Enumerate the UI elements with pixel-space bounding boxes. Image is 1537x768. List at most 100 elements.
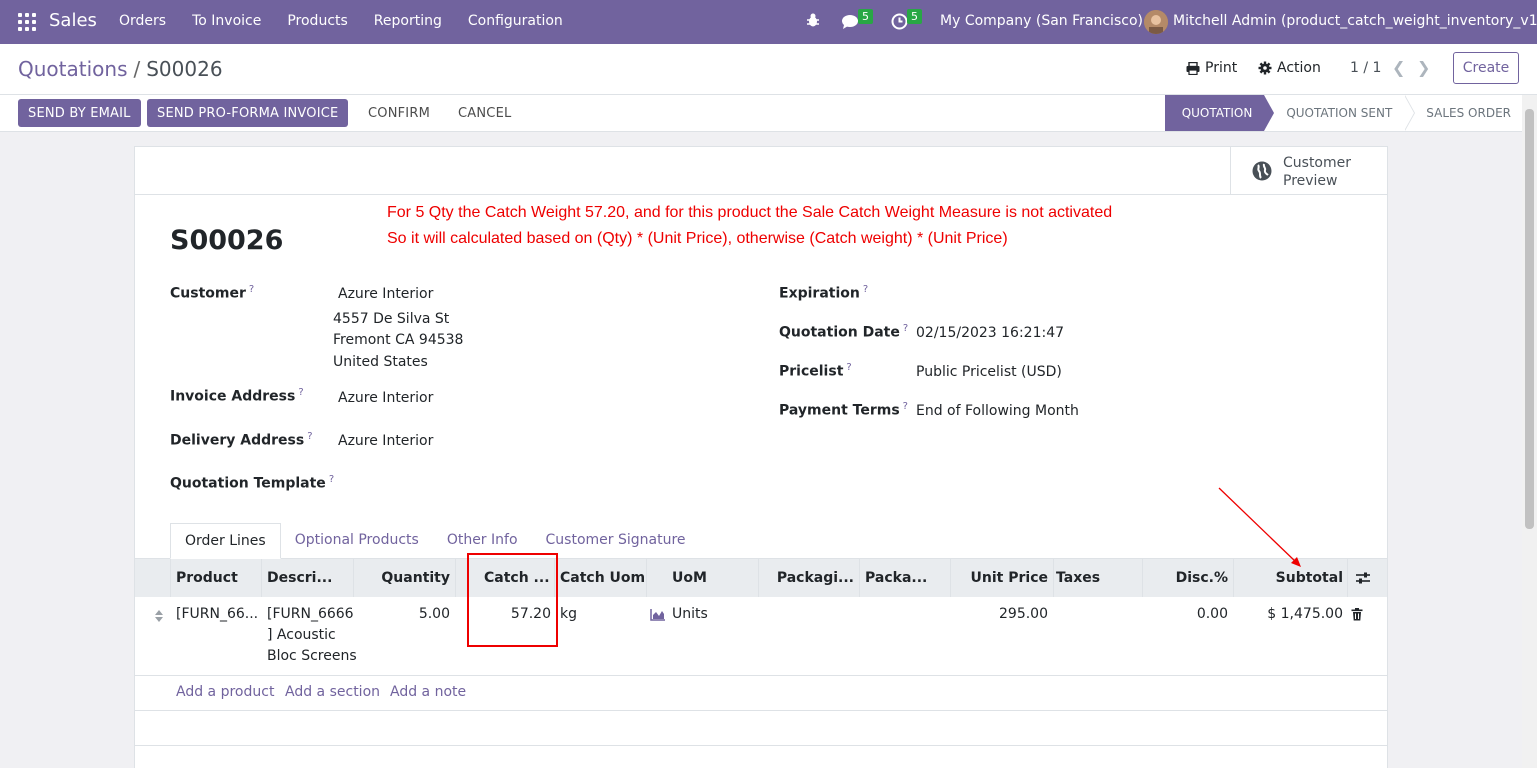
- payment-terms-field[interactable]: End of Following Month: [916, 403, 1079, 419]
- col-packaging-qty[interactable]: Packa...: [865, 570, 927, 586]
- customer-field[interactable]: Azure Interior: [338, 286, 433, 302]
- stage-sales-order[interactable]: SALES ORDER: [1404, 95, 1523, 131]
- forecast-chart-icon[interactable]: [650, 608, 666, 621]
- pricelist-label-text: Pricelist: [779, 363, 844, 380]
- menu-to-invoice[interactable]: To Invoice: [192, 13, 261, 29]
- cancel-button[interactable]: CANCEL: [448, 99, 521, 127]
- apps-menu-icon[interactable]: [18, 13, 36, 31]
- quotation-template-label-text: Quotation Template: [170, 475, 326, 492]
- invoice-address-field[interactable]: Azure Interior: [338, 390, 433, 406]
- row-product[interactable]: [FURN_66...: [176, 606, 258, 622]
- add-product-link[interactable]: Add a product: [176, 684, 274, 700]
- menu-products[interactable]: Products: [287, 13, 347, 29]
- scrollbar-thumb[interactable]: [1525, 109, 1534, 529]
- user-menu[interactable]: Mitchell Admin (product_catch_weight_inv…: [1173, 13, 1537, 29]
- help-icon[interactable]: ?: [863, 284, 868, 295]
- row-unit-price[interactable]: 295.00: [999, 606, 1048, 622]
- row-uom[interactable]: Units: [672, 606, 708, 622]
- pager-previous-icon[interactable]: ❮: [1392, 58, 1405, 77]
- help-icon[interactable]: ?: [298, 387, 303, 398]
- col-discount[interactable]: Disc.%: [1176, 570, 1228, 586]
- customer-label: Customer?: [170, 284, 254, 302]
- col-packaging[interactable]: Packagi...: [777, 570, 854, 586]
- row-catch-uom[interactable]: kg: [560, 606, 577, 622]
- smart-button-box: Customer Preview: [135, 147, 1387, 195]
- menu-reporting[interactable]: Reporting: [374, 13, 442, 29]
- action-button[interactable]: Action: [1258, 60, 1321, 76]
- invoice-address-label-text: Invoice Address: [170, 388, 296, 405]
- pager-next-icon[interactable]: ❯: [1417, 58, 1430, 77]
- help-icon[interactable]: ?: [846, 362, 851, 373]
- pager-value[interactable]: 1 / 1: [1350, 60, 1381, 76]
- row-drag-handle-icon[interactable]: [154, 609, 164, 623]
- row-description-line1[interactable]: [FURN_6666: [267, 606, 354, 622]
- print-button[interactable]: Print: [1186, 60, 1237, 76]
- stage-pipeline: QUOTATION QUOTATION SENT SALES ORDER: [1164, 95, 1523, 131]
- pricelist-label: Pricelist?: [779, 362, 852, 380]
- expiration-label-text: Expiration: [779, 285, 860, 302]
- invoice-address-label: Invoice Address?: [170, 387, 304, 405]
- row-description-line3[interactable]: Bloc Screens: [267, 648, 357, 664]
- chat-icon[interactable]: [841, 14, 859, 30]
- customer-preview-button[interactable]: Customer Preview: [1230, 147, 1387, 195]
- tab-order-lines[interactable]: Order Lines: [170, 523, 281, 559]
- send-proforma-button[interactable]: SEND PRO-FORMA INVOICE: [147, 99, 349, 127]
- delivery-address-label: Delivery Address?: [170, 431, 313, 449]
- catch-weight-highlight-box: [467, 553, 558, 647]
- help-icon[interactable]: ?: [249, 284, 254, 295]
- optional-columns-icon[interactable]: [1355, 571, 1371, 585]
- customer-address-line3: United States: [333, 354, 428, 370]
- trash-icon[interactable]: [1351, 608, 1363, 621]
- col-subtotal[interactable]: Subtotal: [1276, 570, 1343, 586]
- row-description-line2[interactable]: ] Acoustic: [267, 627, 336, 643]
- activity-count-badge: 5: [907, 9, 922, 24]
- stage-quotation-sent[interactable]: QUOTATION SENT: [1264, 95, 1416, 131]
- quotation-date-label: Quotation Date?: [779, 323, 908, 341]
- row-discount[interactable]: 0.00: [1197, 606, 1228, 622]
- add-note-link[interactable]: Add a note: [390, 684, 466, 700]
- breadcrumb-quotations[interactable]: Quotations: [18, 57, 127, 81]
- delivery-address-label-text: Delivery Address: [170, 432, 305, 449]
- create-button[interactable]: Create: [1453, 52, 1519, 84]
- table-bottom-divider: [135, 745, 1387, 746]
- order-title: S00026: [170, 225, 284, 256]
- delivery-address-field[interactable]: Azure Interior: [338, 433, 433, 449]
- user-avatar[interactable]: [1144, 10, 1168, 34]
- debug-bug-icon[interactable]: [806, 12, 820, 28]
- customer-label-text: Customer: [170, 285, 246, 302]
- menu-configuration[interactable]: Configuration: [468, 13, 563, 29]
- breadcrumb-separator: /: [133, 57, 141, 81]
- page-scrollbar[interactable]: [1522, 95, 1537, 768]
- help-icon[interactable]: ?: [903, 323, 908, 334]
- send-by-email-button[interactable]: SEND BY EMAIL: [18, 99, 141, 127]
- payment-terms-label: Payment Terms?: [779, 401, 908, 419]
- gear-icon: [1258, 61, 1272, 75]
- col-uom[interactable]: UoM: [672, 570, 707, 586]
- help-icon[interactable]: ?: [329, 474, 334, 485]
- pricelist-field[interactable]: Public Pricelist (USD): [916, 364, 1062, 380]
- col-quantity[interactable]: Quantity: [381, 570, 450, 586]
- print-label: Print: [1205, 60, 1238, 76]
- col-description[interactable]: Descri...: [267, 570, 332, 586]
- help-icon[interactable]: ?: [307, 431, 312, 442]
- quotation-template-label: Quotation Template?: [170, 474, 334, 492]
- app-name[interactable]: Sales: [49, 10, 97, 31]
- breadcrumb-current: S00026: [146, 57, 223, 81]
- col-unit-price[interactable]: Unit Price: [971, 570, 1048, 586]
- activity-clock-icon[interactable]: [891, 13, 908, 30]
- col-catch-uom[interactable]: Catch Uom: [560, 570, 645, 586]
- col-taxes[interactable]: Taxes: [1056, 570, 1100, 586]
- tab-optional-products[interactable]: Optional Products: [281, 523, 433, 559]
- stage-quotation[interactable]: QUOTATION: [1164, 95, 1275, 131]
- order-lines-header: Product Descri... Quantity Catch ... Cat…: [135, 559, 1387, 597]
- company-switcher[interactable]: My Company (San Francisco): [940, 13, 1143, 29]
- help-icon[interactable]: ?: [903, 401, 908, 412]
- quotation-date-field[interactable]: 02/15/2023 16:21:47: [916, 325, 1064, 341]
- customer-address-line1: 4557 De Silva St: [333, 311, 450, 327]
- add-section-link[interactable]: Add a section: [285, 684, 380, 700]
- row-quantity[interactable]: 5.00: [419, 606, 450, 622]
- customer-address-line2: Fremont CA 94538: [333, 332, 464, 348]
- col-product[interactable]: Product: [176, 570, 238, 586]
- confirm-button[interactable]: CONFIRM: [358, 99, 440, 127]
- menu-orders[interactable]: Orders: [119, 13, 166, 29]
